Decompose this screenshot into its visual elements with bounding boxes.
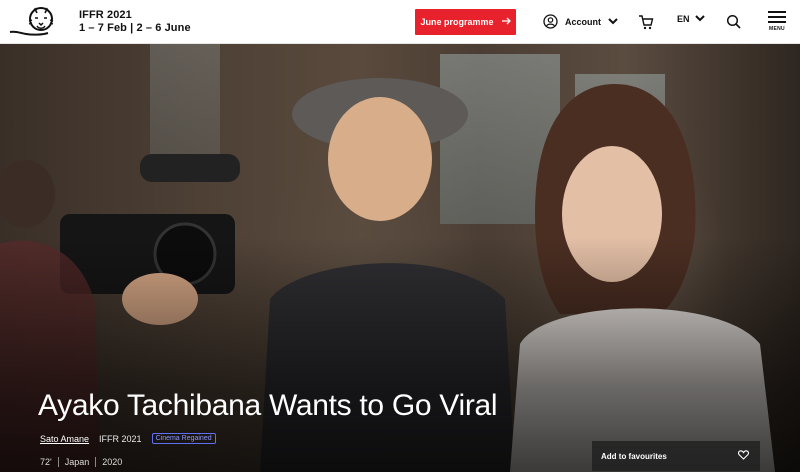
site-header: IFFR 2021 1 – 7 Feb | 2 – 6 June June pr… bbox=[0, 0, 800, 44]
menu-button[interactable]: MENU bbox=[766, 11, 788, 35]
june-programme-button[interactable]: June programme bbox=[415, 9, 516, 35]
festival-name: IFFR 2021 bbox=[79, 9, 132, 21]
film-title: Ayako Tachibana Wants to Go Viral bbox=[38, 389, 498, 422]
edition-label: IFFR 2021 bbox=[99, 433, 142, 444]
chevron-down-icon bbox=[608, 17, 618, 27]
section-badge[interactable]: Cinema Regained bbox=[151, 433, 216, 444]
arrow-right-icon bbox=[501, 17, 511, 27]
user-circle-icon bbox=[543, 13, 558, 31]
director-link[interactable]: Sato Amane bbox=[40, 434, 89, 444]
country: Japan bbox=[64, 457, 90, 467]
account-menu[interactable]: Account bbox=[543, 12, 618, 32]
divider bbox=[57, 457, 59, 467]
festival-info: IFFR 2021 1 – 7 Feb | 2 – 6 June bbox=[79, 9, 191, 35]
programme-button-label: June programme bbox=[420, 17, 494, 27]
search-icon[interactable] bbox=[725, 13, 743, 31]
film-facts: 72' Japan 2020 bbox=[40, 457, 122, 467]
film-credits: Sato Amane IFFR 2021 Cinema Regained bbox=[40, 433, 216, 444]
festival-dates: 1 – 7 Feb | 2 – 6 June bbox=[79, 22, 191, 34]
year: 2020 bbox=[102, 457, 123, 467]
account-label: Account bbox=[565, 17, 601, 27]
language-selector[interactable]: EN bbox=[677, 14, 705, 24]
film-hero: Ayako Tachibana Wants to Go Viral Sato A… bbox=[0, 44, 800, 472]
cart-icon[interactable] bbox=[637, 13, 655, 31]
favourites-label: Add to favourites bbox=[601, 451, 667, 461]
heart-icon bbox=[737, 450, 750, 462]
menu-label: MENU bbox=[769, 26, 785, 32]
hamburger-icon bbox=[768, 11, 786, 23]
divider bbox=[95, 457, 97, 467]
language-label: EN bbox=[677, 14, 690, 24]
chevron-down-icon bbox=[694, 14, 705, 24]
add-to-favourites-button[interactable]: Add to favourites bbox=[592, 441, 760, 471]
tiger-logo-icon[interactable] bbox=[8, 4, 58, 40]
duration: 72' bbox=[40, 457, 52, 467]
